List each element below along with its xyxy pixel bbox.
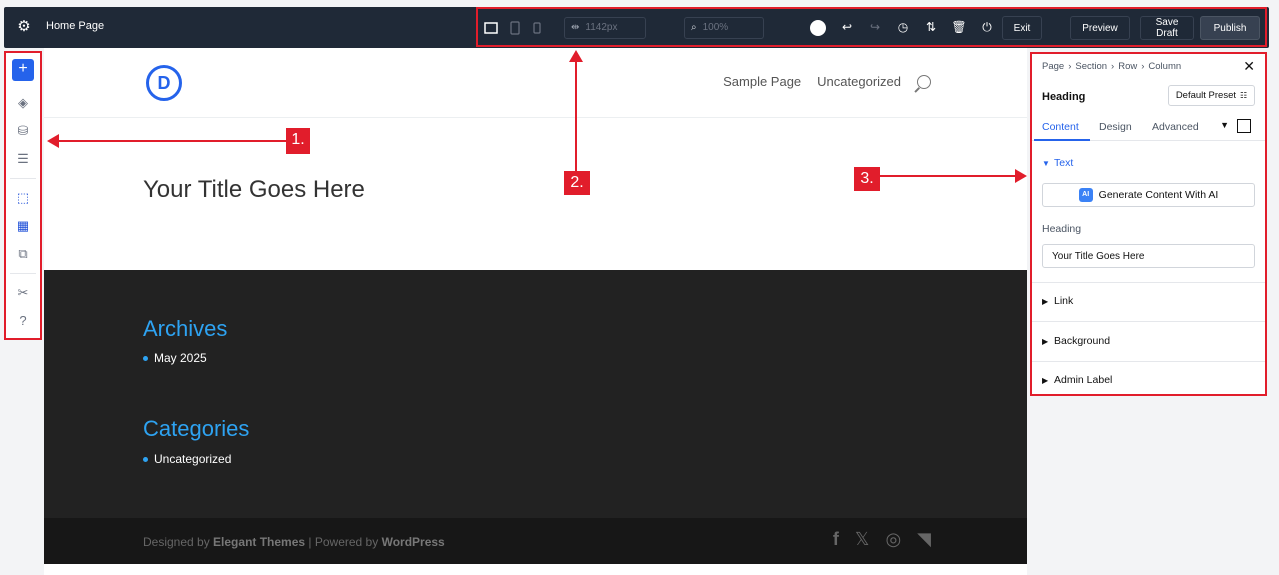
footer-wp-link[interactable]: WordPress <box>382 535 445 549</box>
sidebar-divider <box>10 273 36 274</box>
x-icon[interactable]: 𝕏 <box>855 529 870 550</box>
tools-icon[interactable]: ✂ <box>13 283 33 303</box>
nav-link-uncategorized[interactable]: Uncategorized <box>817 74 901 89</box>
builder-screen: ⚙ Home Page ⇹ 1142px ⌕ 100% ↩ ↪ ◷ ⇅ 🗑 ⏻ … <box>0 0 1279 575</box>
footer-brand-link[interactable]: Elegant Themes <box>213 535 305 549</box>
preset-dropdown[interactable]: Default Preset ☷ <box>1168 85 1255 106</box>
preset-settings-icon: ☷ <box>1240 91 1248 100</box>
bullet-icon <box>143 355 148 361</box>
help-icon[interactable]: ? <box>13 311 33 331</box>
annotation-label-3: 3. <box>854 167 880 191</box>
preset-label: Default Preset <box>1175 90 1237 101</box>
list-item[interactable]: May 2025 <box>143 351 207 365</box>
breadcrumb-page[interactable]: Page <box>1042 61 1064 72</box>
footer-prefix: Designed by <box>143 535 214 549</box>
breadcrumb: Page › Section › Row › Column <box>1042 61 1181 72</box>
page-canvas: D Sample Page Uncategorized Your Title G… <box>44 48 1027 575</box>
text-section-toggle[interactable]: ▼ Text <box>1042 157 1073 169</box>
database-icon[interactable]: ⛁ <box>13 121 33 141</box>
annotation-label-1: 1. <box>286 128 310 154</box>
site-nav: Sample Page Uncategorized <box>723 74 931 89</box>
search-icon[interactable] <box>917 74 931 89</box>
heading-module[interactable]: Your Title Goes Here <box>143 176 365 204</box>
element-history-icon[interactable]: ⧉ <box>13 244 33 264</box>
caret-right-icon: ▶ <box>1042 297 1049 306</box>
site-logo[interactable]: D <box>146 65 182 101</box>
tab-content[interactable]: Content <box>1042 121 1079 133</box>
close-icon[interactable]: ✕ <box>1243 58 1255 75</box>
arrow-head-left-icon <box>47 134 59 148</box>
caret-right-icon: ▶ <box>1042 376 1049 385</box>
list-item[interactable]: Uncategorized <box>143 452 231 466</box>
section-divider <box>1032 321 1265 322</box>
select-tool-icon[interactable]: ⬚ <box>13 188 33 208</box>
annotation-box-toolbar <box>476 7 1267 47</box>
breadcrumb-column[interactable]: Column <box>1148 61 1181 72</box>
site-footer: Designed by Elegant Themes | Powered by … <box>44 518 1027 564</box>
left-toolbar: + ◈ ⛁ ☰ ⬚ ▦ ⧉ ✂ ? <box>4 51 42 340</box>
breadcrumb-section[interactable]: Section <box>1075 61 1107 72</box>
text-section-label: Text <box>1054 157 1074 169</box>
categories-heading: Categories <box>143 416 250 441</box>
archive-link[interactable]: May 2025 <box>154 351 207 365</box>
multi-select-icon[interactable]: ▦ <box>13 216 33 236</box>
admin-label-section-toggle[interactable]: ▶ Admin Label <box>1042 374 1112 386</box>
layers-icon[interactable]: ◈ <box>13 93 33 113</box>
tab-design[interactable]: Design <box>1099 121 1132 133</box>
section-divider <box>1032 361 1265 362</box>
heading-input[interactable] <box>1042 244 1255 268</box>
footer-credits: Designed by Elegant Themes | Powered by … <box>143 535 445 549</box>
variables-icon[interactable]: ☰ <box>13 149 33 169</box>
caret-down-icon[interactable]: ▼ <box>1220 120 1229 130</box>
arrow-head-right-icon <box>1015 169 1027 183</box>
breadcrumb-row[interactable]: Row <box>1118 61 1137 72</box>
facebook-icon[interactable]: f <box>833 529 839 550</box>
archives-heading: Archives <box>143 316 228 341</box>
section-divider <box>1032 282 1265 283</box>
module-name: Heading <box>1042 91 1086 103</box>
tab-advanced[interactable]: Advanced <box>1152 121 1199 133</box>
admin-label-section-label: Admin Label <box>1054 374 1113 386</box>
breadcrumb-sep: › <box>1111 61 1115 72</box>
caret-right-icon: ▶ <box>1042 337 1049 346</box>
site-header: D Sample Page Uncategorized <box>44 48 1027 118</box>
bullet-icon <box>143 456 148 462</box>
add-module-button[interactable]: + <box>12 59 34 81</box>
ai-icon: AI <box>1078 188 1093 202</box>
social-icons: f 𝕏 ◎ ◥ <box>833 529 931 550</box>
annotation-arrow-2 <box>575 62 577 172</box>
active-tab-indicator <box>1034 139 1090 141</box>
instagram-icon[interactable]: ◎ <box>885 529 901 550</box>
background-section-label: Background <box>1054 335 1111 347</box>
footer-mid: | Powered by <box>305 535 382 549</box>
generate-ai-label: Generate Content With AI <box>1098 189 1219 201</box>
widget-area: Archives May 2025 Categories Uncategoriz… <box>44 270 1027 518</box>
nav-link-sample-page[interactable]: Sample Page <box>723 74 801 89</box>
generate-ai-button[interactable]: AI Generate Content With AI <box>1042 183 1255 207</box>
link-section-toggle[interactable]: ▶ Link <box>1042 295 1073 307</box>
heading-field-label: Heading <box>1042 223 1082 235</box>
breadcrumb-sep: › <box>1141 61 1145 72</box>
expand-panel-icon[interactable] <box>1237 119 1251 133</box>
panel-empty-area <box>1030 396 1279 575</box>
settings-tabs: Content Design Advanced ▼ <box>1032 114 1265 141</box>
page-name: Home Page <box>46 20 105 32</box>
link-section-label: Link <box>1054 295 1074 307</box>
rss-icon[interactable]: ◥ <box>917 529 931 550</box>
settings-gear-icon[interactable]: ⚙ <box>16 19 32 35</box>
category-link[interactable]: Uncategorized <box>154 452 231 466</box>
background-section-toggle[interactable]: ▶ Background <box>1042 335 1110 347</box>
annotation-label-2: 2. <box>564 171 590 195</box>
sidebar-divider <box>10 178 36 179</box>
annotation-arrow-1 <box>58 140 286 142</box>
module-settings-panel: Page › Section › Row › Column ✕ Heading Def… <box>1030 52 1267 396</box>
arrow-head-up-icon <box>569 50 583 62</box>
caret-down-icon: ▼ <box>1042 159 1050 168</box>
breadcrumb-sep: › <box>1068 61 1072 72</box>
annotation-arrow-3 <box>880 175 1016 177</box>
